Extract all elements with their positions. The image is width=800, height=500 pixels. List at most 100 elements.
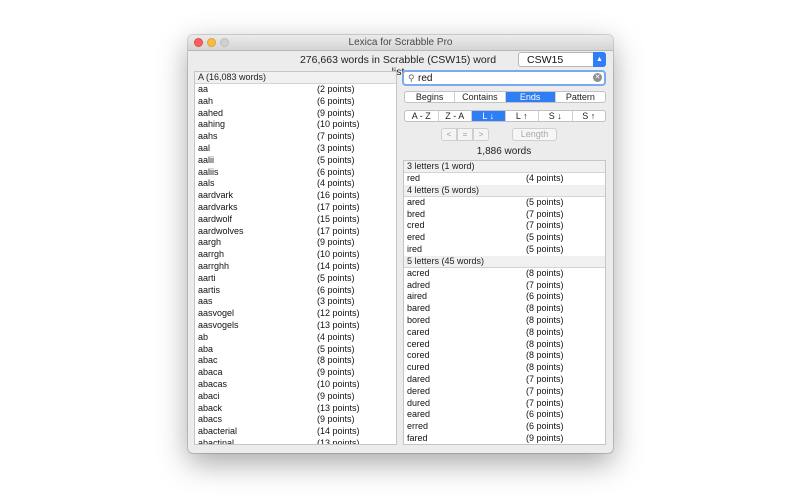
chevron-updown-icon[interactable]: ▲︎ [593,52,606,67]
list-item[interactable]: aardvark (16 points) [195,190,396,202]
match-mode-segment-3[interactable]: Pattern [556,92,605,102]
sort-segment-1[interactable]: Z - A [439,111,472,121]
list-item[interactable]: aahs (7 points) [195,131,396,143]
list-item[interactable]: adred (7 points) [404,280,605,292]
word-points: (9 points) [526,432,564,443]
sort-segment-4[interactable]: S ↓ [539,111,573,121]
list-item[interactable]: aah (6 points) [195,96,396,108]
list-item[interactable]: cored (8 points) [404,350,605,362]
list-item[interactable]: aahing (10 points) [195,119,396,131]
list-item[interactable]: aargh (9 points) [195,237,396,249]
list-item[interactable]: aired (6 points) [404,291,605,303]
list-item[interactable]: cured (8 points) [404,362,605,374]
list-item[interactable]: fared (9 points) [404,432,605,444]
word-points: (3 points) [317,296,355,307]
title-bar[interactable]: Lexica for Scrabble Pro [188,35,613,51]
word-text: aahing [198,119,226,130]
word-points: (5 points) [526,196,564,207]
list-item[interactable]: aa (2 points) [195,84,396,96]
word-text: ab [198,331,209,342]
word-points: (12 points) [317,308,360,319]
list-item[interactable]: cared (8 points) [404,327,605,339]
list-item[interactable]: abacas (10 points) [195,379,396,391]
word-points: (7 points) [526,373,564,384]
word-list[interactable]: A (16,083 words) aa (2 points) aah (6 point… [194,71,397,445]
list-item[interactable]: erred (6 points) [404,421,605,433]
match-mode-segment-1[interactable]: Contains [455,92,506,102]
word-text: cred [407,220,425,231]
word-text: bred [407,208,426,219]
sort-segment-2[interactable]: L ↓ [472,111,506,121]
word-points: (5 points) [526,232,564,243]
sort-segment-3[interactable]: L ↑ [506,111,539,121]
list-item[interactable]: eared (6 points) [404,409,605,421]
group-header: 4 letters (5 words) [404,184,605,197]
length-decrease-button[interactable]: < [441,128,457,141]
word-points: (8 points) [526,326,564,337]
list-item[interactable]: aardvarks (17 points) [195,202,396,214]
word-points: (4 points) [317,331,355,342]
list-item[interactable]: abac (8 points) [195,355,396,367]
word-points: (9 points) [317,237,355,248]
list-item[interactable]: abacterial (14 points) [195,426,396,438]
results-list[interactable]: 3 letters (1 word) red (4 points) 4 letters… [403,160,606,445]
list-item[interactable]: ered (5 points) [404,232,605,244]
match-mode-segment-0[interactable]: Begins [405,92,456,102]
word-points: (6 points) [317,284,355,295]
list-item[interactable]: aba (5 points) [195,344,396,356]
word-text: abactinal [198,437,235,445]
list-item[interactable]: cred (7 points) [404,220,605,232]
list-item[interactable]: aardwolves (17 points) [195,226,396,238]
match-mode-control[interactable]: Begins Contains Ends Pattern [404,91,606,103]
list-item[interactable]: abaci (9 points) [195,391,396,403]
search-field[interactable]: ⚲ red ✕ [402,70,606,86]
list-item[interactable]: aas (3 points) [195,296,396,308]
list-item[interactable]: bored (8 points) [404,315,605,327]
word-points: (5 points) [317,343,355,354]
word-points: (15 points) [317,213,360,224]
dictionary-select[interactable]: CSW15 ▲︎ [518,52,606,67]
list-item[interactable]: ired (5 points) [404,244,605,256]
list-item[interactable]: aarti (5 points) [195,273,396,285]
list-item[interactable]: red (4 points) [404,173,605,185]
word-points: (5 points) [317,154,355,165]
list-item[interactable]: dured (7 points) [404,398,605,410]
list-item[interactable]: aarrgh (10 points) [195,249,396,261]
length-equal-button[interactable]: = [457,128,473,141]
list-item[interactable]: abaca (9 points) [195,367,396,379]
list-item[interactable]: aahed (9 points) [195,108,396,120]
list-item[interactable]: dared (7 points) [404,374,605,386]
word-points: (10 points) [317,378,360,389]
list-item[interactable]: ab (4 points) [195,332,396,344]
list-item[interactable]: aarrghh (14 points) [195,261,396,273]
word-points: (4 points) [317,178,355,189]
list-item[interactable]: aback (13 points) [195,403,396,415]
list-item[interactable]: dered (7 points) [404,386,605,398]
list-item[interactable]: aalii (5 points) [195,155,396,167]
length-button[interactable]: Length [512,128,557,141]
word-points: (8 points) [526,314,564,325]
list-item[interactable]: bared (8 points) [404,303,605,315]
sort-segment-0[interactable]: A - Z [405,111,439,121]
list-item[interactable]: aasvogel (12 points) [195,308,396,320]
sort-segment-5[interactable]: S ↑ [573,111,606,121]
list-item[interactable]: aasvogels (13 points) [195,320,396,332]
list-item[interactable]: acred (8 points) [404,268,605,280]
search-input[interactable]: red [418,72,432,85]
list-item[interactable]: bred (7 points) [404,209,605,221]
sort-control[interactable]: A - ZZ - AL ↓ L ↑ S ↓ S ↑ [404,110,606,122]
search-icon: ⚲ [408,73,415,83]
match-mode-segment-2[interactable]: Ends [505,92,556,102]
list-item[interactable]: aartis (6 points) [195,285,396,297]
word-points: (13 points) [317,437,360,445]
list-item[interactable]: abactinal (13 points) [195,437,396,445]
list-item[interactable]: aal (3 points) [195,143,396,155]
list-item[interactable]: ared (5 points) [404,197,605,209]
list-item[interactable]: abacs (9 points) [195,414,396,426]
clear-icon[interactable]: ✕ [593,73,602,82]
list-item[interactable]: aaliis (6 points) [195,167,396,179]
list-item[interactable]: aals (4 points) [195,178,396,190]
length-increase-button[interactable]: > [473,128,489,141]
list-item[interactable]: aardwolf (15 points) [195,214,396,226]
list-item[interactable]: cered (8 points) [404,339,605,351]
